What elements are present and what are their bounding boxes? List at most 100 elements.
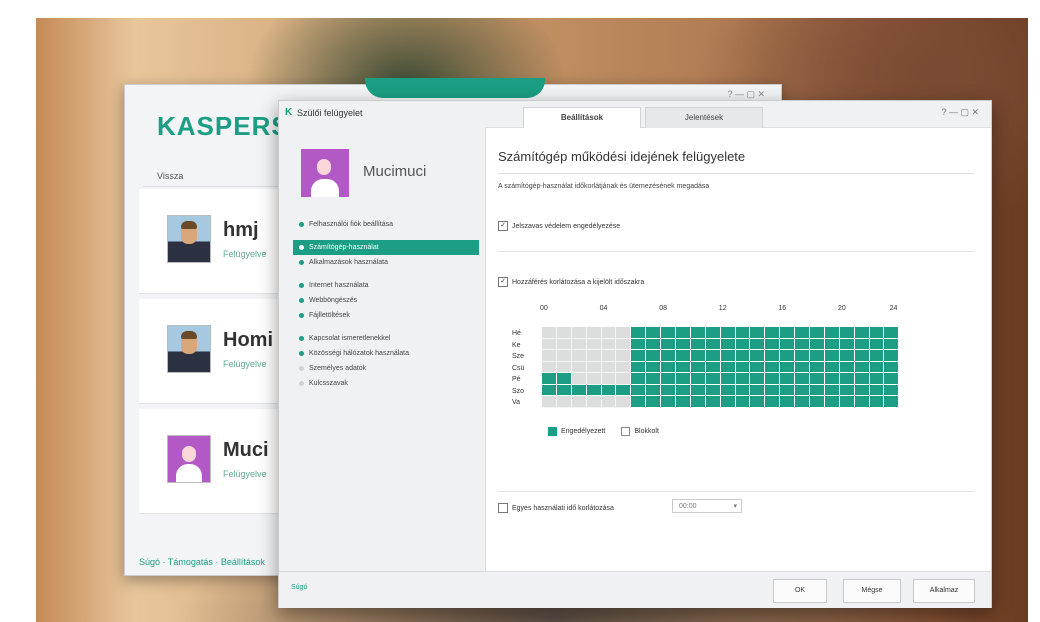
allowed-hour-cell[interactable] <box>690 373 706 385</box>
blocked-hour-cell[interactable] <box>571 338 587 350</box>
allowed-hour-cell[interactable] <box>750 384 766 396</box>
allowed-hour-cell[interactable] <box>765 373 781 385</box>
allowed-hour-cell[interactable] <box>661 338 677 350</box>
allowed-hour-cell[interactable] <box>869 384 885 396</box>
blocked-hour-cell[interactable] <box>571 361 587 373</box>
schedule-grid[interactable] <box>542 327 900 408</box>
breadcrumb[interactable]: Vissza <box>143 165 293 187</box>
allowed-hour-cell[interactable] <box>750 350 766 362</box>
blocked-hour-cell[interactable] <box>586 350 602 362</box>
allowed-hour-cell[interactable] <box>869 338 885 350</box>
blocked-hour-cell[interactable] <box>601 373 617 385</box>
allowed-hour-cell[interactable] <box>854 338 870 350</box>
allowed-hour-cell[interactable] <box>676 338 691 350</box>
allowed-hour-cell[interactable] <box>884 396 900 408</box>
sidebar-item-computer-use[interactable]: Számítógép-használat <box>293 240 479 255</box>
session-limit-time-input[interactable]: 00:00 ▾ <box>672 499 742 513</box>
allowed-hour-cell[interactable] <box>646 396 662 408</box>
sidebar-item-social-networks[interactable]: Közösségi hálózatok használata <box>293 346 479 361</box>
allowed-hour-cell[interactable] <box>631 384 647 396</box>
allowed-hour-cell[interactable] <box>646 350 662 362</box>
allowed-hour-cell[interactable] <box>661 396 677 408</box>
allowed-hour-cell[interactable] <box>810 338 825 350</box>
allowed-hour-cell[interactable] <box>839 338 855 350</box>
allowed-hour-cell[interactable] <box>884 350 900 362</box>
allowed-hour-cell[interactable] <box>884 384 900 396</box>
allowed-hour-cell[interactable] <box>705 373 721 385</box>
allowed-hour-cell[interactable] <box>869 361 885 373</box>
allowed-hour-cell[interactable] <box>735 373 751 385</box>
allowed-hour-cell[interactable] <box>542 373 557 385</box>
allowed-hour-cell[interactable] <box>631 396 647 408</box>
allowed-hour-cell[interactable] <box>661 384 677 396</box>
allowed-hour-cell[interactable] <box>720 361 736 373</box>
allowed-hour-cell[interactable] <box>676 327 691 339</box>
allowed-hour-cell[interactable] <box>869 396 885 408</box>
sidebar-item-keywords[interactable]: Kulcsszavak <box>293 376 479 391</box>
blocked-hour-cell[interactable] <box>601 327 617 339</box>
allowed-hour-cell[interactable] <box>824 384 840 396</box>
allowed-hour-cell[interactable] <box>884 338 900 350</box>
blocked-hour-cell[interactable] <box>601 338 617 350</box>
allowed-hour-cell[interactable] <box>854 361 870 373</box>
back-window-controls[interactable]: ? — ▢ ✕ <box>727 89 765 100</box>
sidebar-item-application-use[interactable]: Alkalmazások használata <box>293 255 479 270</box>
allowed-hour-cell[interactable] <box>705 327 721 339</box>
allowed-hour-cell[interactable] <box>765 338 781 350</box>
sidebar-item-contacts[interactable]: Kapcsolat ismeretlenekkel <box>293 331 479 346</box>
ok-button[interactable]: OK <box>773 579 827 603</box>
allowed-hour-cell[interactable] <box>780 350 796 362</box>
allowed-hour-cell[interactable] <box>750 396 766 408</box>
password-protection-checkbox[interactable]: ✓ Jelszavas védelem engedélyezése <box>498 221 620 231</box>
allowed-hour-cell[interactable] <box>780 338 796 350</box>
allowed-hour-cell[interactable] <box>765 350 781 362</box>
allowed-hour-cell[interactable] <box>646 361 662 373</box>
allowed-hour-cell[interactable] <box>824 373 840 385</box>
allowed-hour-cell[interactable] <box>869 327 885 339</box>
allowed-hour-cell[interactable] <box>556 384 572 396</box>
allowed-hour-cell[interactable] <box>854 384 870 396</box>
blocked-hour-cell[interactable] <box>601 396 617 408</box>
blocked-hour-cell[interactable] <box>586 373 602 385</box>
allowed-hour-cell[interactable] <box>616 384 632 396</box>
allowed-hour-cell[interactable] <box>676 384 691 396</box>
allowed-hour-cell[interactable] <box>854 327 870 339</box>
allowed-hour-cell[interactable] <box>795 327 811 339</box>
allowed-hour-cell[interactable] <box>795 396 811 408</box>
allowed-hour-cell[interactable] <box>839 361 855 373</box>
allowed-hour-cell[interactable] <box>735 396 751 408</box>
cancel-button[interactable]: Mégse <box>843 579 901 603</box>
blocked-hour-cell[interactable] <box>556 350 572 362</box>
allowed-hour-cell[interactable] <box>735 327 751 339</box>
allowed-hour-cell[interactable] <box>810 350 825 362</box>
allowed-hour-cell[interactable] <box>720 373 736 385</box>
blocked-hour-cell[interactable] <box>571 373 587 385</box>
blocked-hour-cell[interactable] <box>586 396 602 408</box>
allowed-hour-cell[interactable] <box>720 350 736 362</box>
allowed-hour-cell[interactable] <box>705 338 721 350</box>
sidebar-item-web-browsing[interactable]: Webböngészés <box>293 293 479 308</box>
back-window-footer-links[interactable]: Súgó · Támogatás · Beállítások <box>139 557 265 567</box>
session-limit-checkbox[interactable]: Egyes használati idő korlátozása <box>498 503 614 513</box>
allowed-hour-cell[interactable] <box>646 327 662 339</box>
allowed-hour-cell[interactable] <box>780 327 796 339</box>
allowed-hour-cell[interactable] <box>720 338 736 350</box>
allowed-hour-cell[interactable] <box>631 373 647 385</box>
allowed-hour-cell[interactable] <box>795 338 811 350</box>
tab-reports[interactable]: Jelentések <box>645 107 763 128</box>
allowed-hour-cell[interactable] <box>705 396 721 408</box>
allowed-hour-cell[interactable] <box>795 384 811 396</box>
allowed-hour-cell[interactable] <box>690 384 706 396</box>
tab-settings[interactable]: Beállítások <box>523 107 641 128</box>
sidebar-item-personal-data[interactable]: Személyes adatok <box>293 361 479 376</box>
apply-button[interactable]: Alkalmaz <box>913 579 975 603</box>
allowed-hour-cell[interactable] <box>824 338 840 350</box>
window-controls[interactable]: ? — ▢ ✕ <box>941 107 979 118</box>
allowed-hour-cell[interactable] <box>705 361 721 373</box>
allowed-hour-cell[interactable] <box>705 350 721 362</box>
allowed-hour-cell[interactable] <box>676 350 691 362</box>
allowed-hour-cell[interactable] <box>810 361 825 373</box>
allowed-hour-cell[interactable] <box>631 327 647 339</box>
blocked-hour-cell[interactable] <box>601 350 617 362</box>
allowed-hour-cell[interactable] <box>690 338 706 350</box>
